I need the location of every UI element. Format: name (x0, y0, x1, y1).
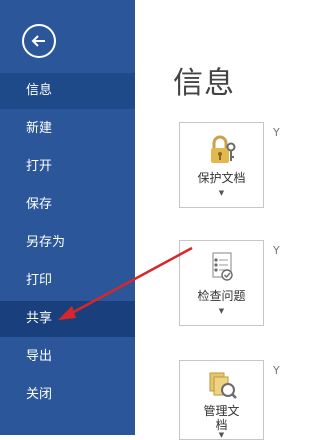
menu-item-info[interactable]: 信息 (0, 73, 135, 109)
truncated-text: Y (273, 244, 280, 257)
manage-document-button[interactable]: 管理文 档 ▼ (179, 360, 264, 440)
checklist-icon (211, 252, 233, 281)
menu-item-save-as[interactable]: 另存为 (0, 225, 135, 261)
menu-item-print[interactable]: 打印 (0, 263, 135, 299)
truncated-text: Y (273, 126, 280, 139)
back-button[interactable] (22, 24, 56, 58)
info-content: 信息 保护文档 ▼ 检查问题 ▼ 管理文 档 ▼ Y Y Y (135, 0, 280, 440)
back-arrow-icon (31, 35, 45, 47)
chevron-down-icon: ▼ (218, 307, 225, 315)
menu-item-save[interactable]: 保存 (0, 187, 135, 223)
menu-item-export[interactable]: 导出 (0, 339, 135, 375)
check-issues-button[interactable]: 检查问题 ▼ (179, 240, 264, 326)
menu-item-close[interactable]: 关闭 (0, 377, 135, 413)
backstage-sidebar: 信息 新建 打开 保存 另存为 打印 共享 导出 关闭 (0, 0, 135, 435)
truncated-text: Y (273, 364, 280, 377)
chevron-down-icon: ▼ (218, 431, 225, 439)
page-title: 信息 (173, 66, 235, 101)
protect-document-label: 保护文档 (197, 171, 246, 185)
lock-key-icon (210, 135, 235, 163)
menu-item-open[interactable]: 打开 (0, 149, 135, 185)
menu-item-new[interactable]: 新建 (0, 111, 135, 147)
protect-document-button[interactable]: 保护文档 ▼ (179, 122, 264, 208)
manage-docs-icon (209, 372, 237, 399)
menu-item-share[interactable]: 共享 (0, 301, 135, 337)
check-issues-label: 检查问题 (197, 289, 246, 303)
chevron-down-icon: ▼ (218, 189, 225, 197)
